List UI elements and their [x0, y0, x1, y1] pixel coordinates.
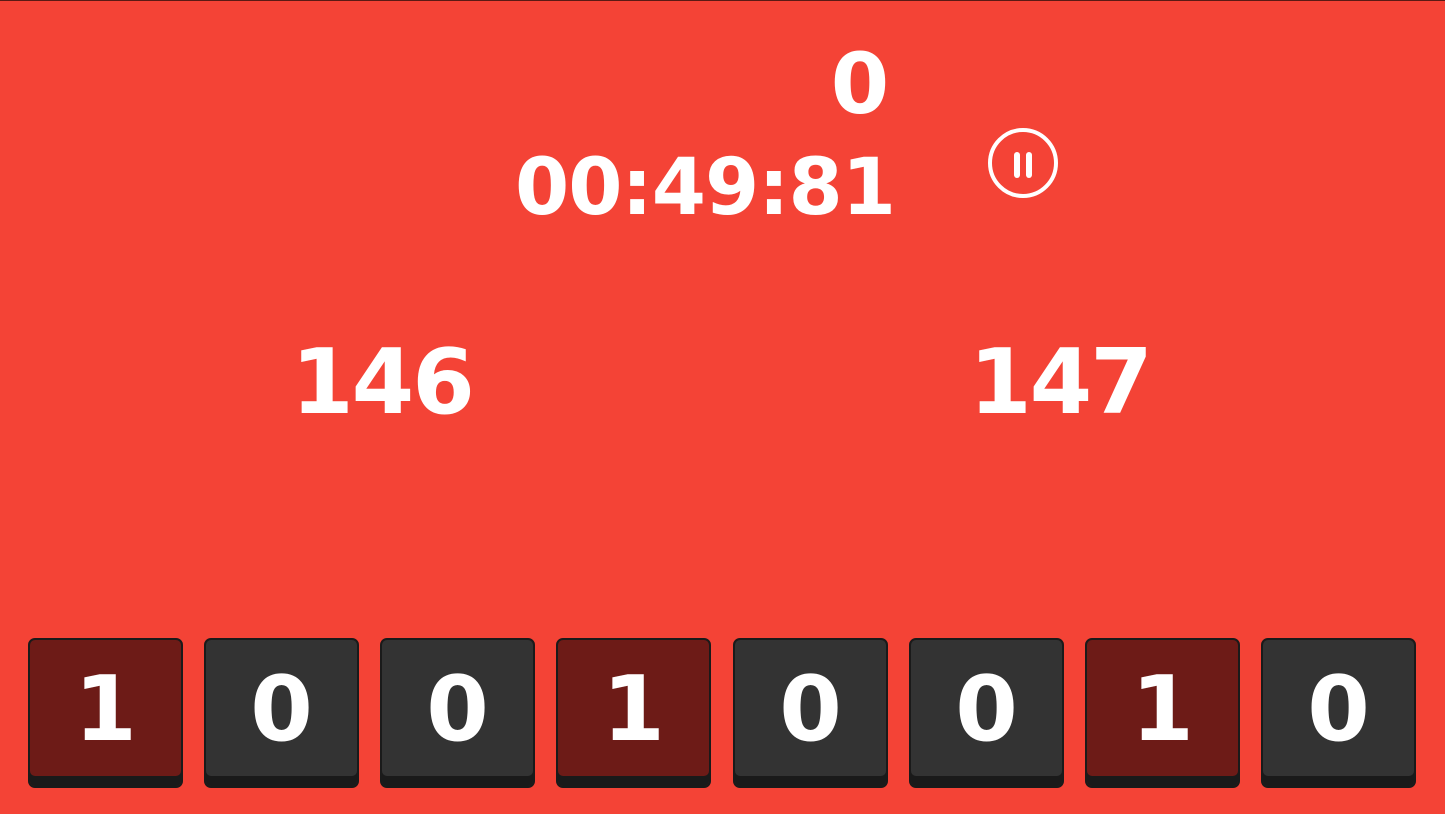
bit-tile[interactable]: 0	[733, 638, 888, 788]
bit-tile[interactable]: 0	[1261, 638, 1416, 788]
bit-tile[interactable]: 1	[1085, 638, 1240, 788]
timer: 00:49:81	[514, 143, 896, 233]
bit-tile[interactable]: 1	[28, 638, 183, 788]
bit-tile[interactable]: 1	[556, 638, 711, 788]
bit-tile[interactable]: 0	[909, 638, 1064, 788]
bit-tiles: 1 0 0 1 0 0 1 0	[28, 638, 1418, 788]
game-screen: 0 00:49:81 146 147 1 0 0 1 0 0 1 0	[0, 0, 1445, 814]
pause-button[interactable]	[988, 128, 1058, 198]
bit-tile[interactable]: 0	[204, 638, 359, 788]
target-number-right: 147	[969, 330, 1153, 435]
score: 0	[830, 35, 890, 133]
bit-tile[interactable]: 0	[380, 638, 535, 788]
target-number-left: 146	[291, 330, 475, 435]
